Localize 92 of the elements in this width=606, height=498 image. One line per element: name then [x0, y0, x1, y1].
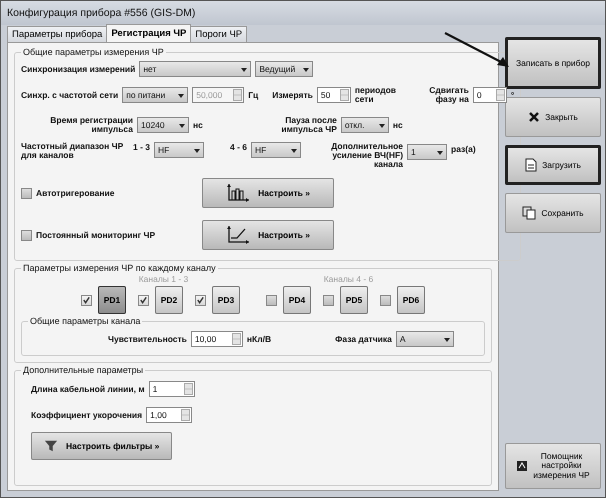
- field-label: Сдвигать фазу на: [428, 86, 469, 104]
- field-label: Фаза датчика: [335, 334, 392, 344]
- unit-label: °: [510, 90, 514, 100]
- configure-button[interactable]: Настроить »: [202, 178, 334, 208]
- unit-label: раз(а): [451, 144, 476, 154]
- field-label: Измерять: [272, 90, 313, 100]
- checkbox-label: Автотригерование: [36, 188, 116, 198]
- checkbox[interactable]: [266, 294, 277, 306]
- dropdown[interactable]: HF: [154, 142, 204, 158]
- unit-label: нКл/В: [246, 334, 272, 344]
- caret-icon: [241, 68, 248, 72]
- unit-label: нс: [392, 120, 403, 130]
- checkbox[interactable]: [323, 294, 334, 306]
- checkbox[interactable]: [21, 230, 32, 240]
- checkbox[interactable]: [81, 294, 92, 306]
- document-icon: [525, 158, 538, 172]
- caret-icon: [179, 124, 185, 128]
- tab[interactable]: Регистрация ЧР: [106, 24, 192, 42]
- documents-icon: [522, 206, 536, 220]
- dropdown[interactable]: 1: [407, 144, 448, 160]
- spinner-icon: [184, 383, 193, 395]
- dropdown[interactable]: 10240: [137, 117, 189, 133]
- checkbox-label: Постоянный мониторинг ЧР: [36, 230, 156, 240]
- dropdown[interactable]: Ведущий: [255, 61, 314, 77]
- field-label: Пауза после импульса ЧР: [280, 116, 337, 134]
- dropdown[interactable]: HF: [251, 142, 302, 158]
- dropdown[interactable]: откл.: [340, 117, 389, 133]
- funnel-icon: [44, 439, 58, 453]
- channel-button[interactable]: PD1: [98, 286, 126, 314]
- checkbox[interactable]: [21, 188, 32, 198]
- channel-button[interactable]: PD2: [155, 286, 183, 314]
- caret-icon: [378, 124, 385, 128]
- close-icon: [528, 111, 540, 123]
- caret-icon: [437, 151, 444, 155]
- caret-icon: [194, 149, 200, 153]
- configure-button[interactable]: Настроить »: [202, 220, 334, 250]
- dropdown[interactable]: по питани: [122, 87, 188, 103]
- dropdown[interactable]: нет: [139, 61, 252, 77]
- action-button[interactable]: Записать в прибор: [505, 37, 601, 89]
- caret-icon: [178, 94, 184, 98]
- field-label: Длина кабельной линии, м: [31, 384, 145, 394]
- group-title: Дополнительные параметры: [22, 365, 144, 375]
- unit-label: Гц: [248, 90, 258, 100]
- line-chart-icon: [226, 225, 250, 245]
- spin-field[interactable]: 50: [316, 87, 351, 103]
- spinner-icon: [496, 89, 505, 101]
- channel-button[interactable]: PD4: [283, 286, 311, 314]
- checkbox[interactable]: [195, 294, 206, 306]
- unit-label: периодов сети: [354, 86, 398, 104]
- channel-range-label: 4 - 6: [230, 142, 248, 152]
- group-title: Общие параметры измерения ЧР: [22, 47, 165, 57]
- spinner-icon: [181, 409, 190, 421]
- caret-icon: [291, 149, 298, 153]
- channel-group-label: Каналы 4 - 6: [322, 274, 374, 284]
- helper-button[interactable]: Помощник настройки измерения ЧР: [505, 443, 601, 489]
- filters-button[interactable]: Настроить фильтры »: [31, 432, 172, 460]
- field-label: Частотный диапазон ЧР для каналов: [21, 142, 124, 160]
- tab[interactable]: Пороги ЧР: [190, 26, 248, 42]
- spinner-icon: [233, 89, 242, 101]
- group-title: Общие параметры канала: [29, 316, 142, 326]
- channel-button[interactable]: PD5: [340, 286, 368, 314]
- checkbox[interactable]: [138, 294, 149, 306]
- channel-button[interactable]: PD3: [212, 286, 240, 314]
- checkbox[interactable]: [380, 294, 391, 306]
- field-label: Коэффициент укорочения: [31, 410, 142, 420]
- annotation-arrow: [444, 32, 509, 67]
- wizard-icon: [516, 460, 528, 472]
- group-title: Параметры измерения ЧР по каждому каналу: [22, 263, 217, 273]
- dropdown[interactable]: A: [396, 331, 454, 347]
- caret-icon: [444, 338, 450, 342]
- tab[interactable]: Параметры прибора: [7, 26, 108, 42]
- spinner-icon: [340, 89, 349, 101]
- caret-icon: [303, 68, 310, 72]
- spin-field[interactable]: 1,00: [146, 407, 192, 423]
- channel-range-label: 1 - 3: [133, 142, 150, 152]
- action-button[interactable]: Загрузить: [505, 145, 601, 185]
- spinner-icon: [232, 333, 241, 345]
- spin-field[interactable]: 1: [148, 381, 195, 397]
- field-label: Чувствительность: [108, 334, 187, 344]
- bar-chart-icon: [226, 183, 250, 203]
- unit-label: нс: [193, 120, 203, 130]
- channel-group-label: Каналы 1 - 3: [138, 274, 190, 284]
- action-button[interactable]: Сохранить: [505, 193, 601, 233]
- spin-field[interactable]: 10,00: [190, 331, 243, 347]
- field-label: Синхр. с частотой сети: [21, 90, 118, 100]
- spin-field[interactable]: 0: [472, 87, 507, 103]
- field-label: Время регистрации импульса: [49, 116, 133, 134]
- window-title: Конфигурация прибора #556 (GIS-DM): [7, 7, 196, 19]
- action-button[interactable]: Закрыть: [505, 97, 601, 137]
- field-label: Синхронизация измерений: [21, 64, 136, 74]
- channel-button[interactable]: PD6: [397, 286, 425, 314]
- field-label: Дополнительное усиление ВЧ(HF) канала: [330, 142, 404, 169]
